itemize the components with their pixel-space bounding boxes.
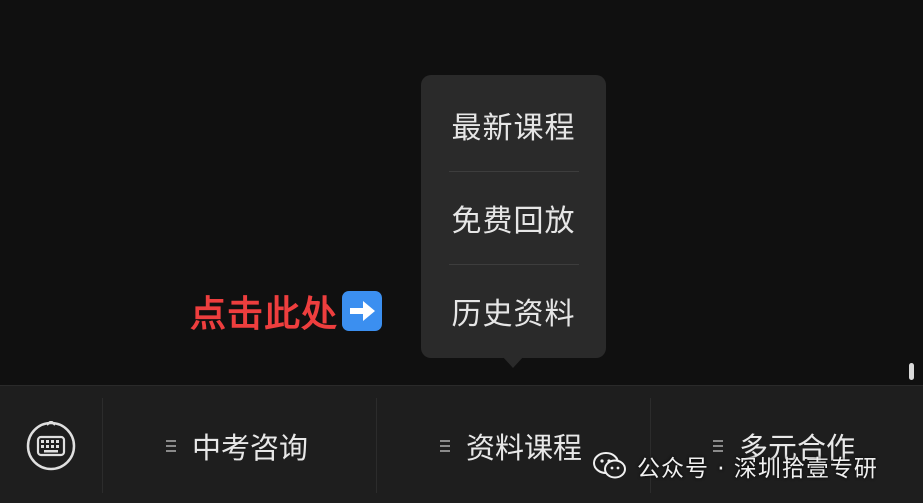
menu-list-icon xyxy=(166,440,176,452)
submenu-popup: 最新课程 免费回放 历史资料 xyxy=(421,75,606,358)
menu-list-icon xyxy=(440,440,450,452)
watermark-text: 公众号 · 深圳拾壹专研 xyxy=(637,456,878,482)
menubar-item-exam-consult[interactable]: 中考咨询 xyxy=(166,416,308,476)
submenu-item-label: 免费回放 xyxy=(451,204,576,239)
account-watermark: 公众号 · 深圳拾壹专研 xyxy=(593,445,878,487)
right-arrow-icon xyxy=(342,291,383,331)
click-hint: 点击此处 xyxy=(190,286,383,336)
keyboard-icon xyxy=(26,419,76,471)
submenu-item-latest-courses[interactable]: 最新课程 xyxy=(421,79,606,171)
menubar-item-materials-courses[interactable]: 资料课程 xyxy=(440,416,582,476)
menubar-divider xyxy=(376,398,377,493)
submenu-item-free-replay[interactable]: 免费回放 xyxy=(421,172,606,264)
menubar-item-label: 中考咨询 xyxy=(192,431,309,465)
submenu-item-history-materials[interactable]: 历史资料 xyxy=(421,265,606,357)
submenu-item-label: 最新课程 xyxy=(451,111,576,146)
submenu-item-label: 历史资料 xyxy=(451,297,576,332)
scrollbar-thumb[interactable] xyxy=(909,363,914,380)
keyboard-toggle-button[interactable] xyxy=(26,419,76,471)
wechat-icon xyxy=(593,452,626,479)
click-hint-text: 点击此处 xyxy=(190,294,339,335)
menubar-divider xyxy=(102,398,103,493)
menubar-item-label: 资料课程 xyxy=(466,431,583,465)
submenu-popup-pointer xyxy=(502,356,524,368)
